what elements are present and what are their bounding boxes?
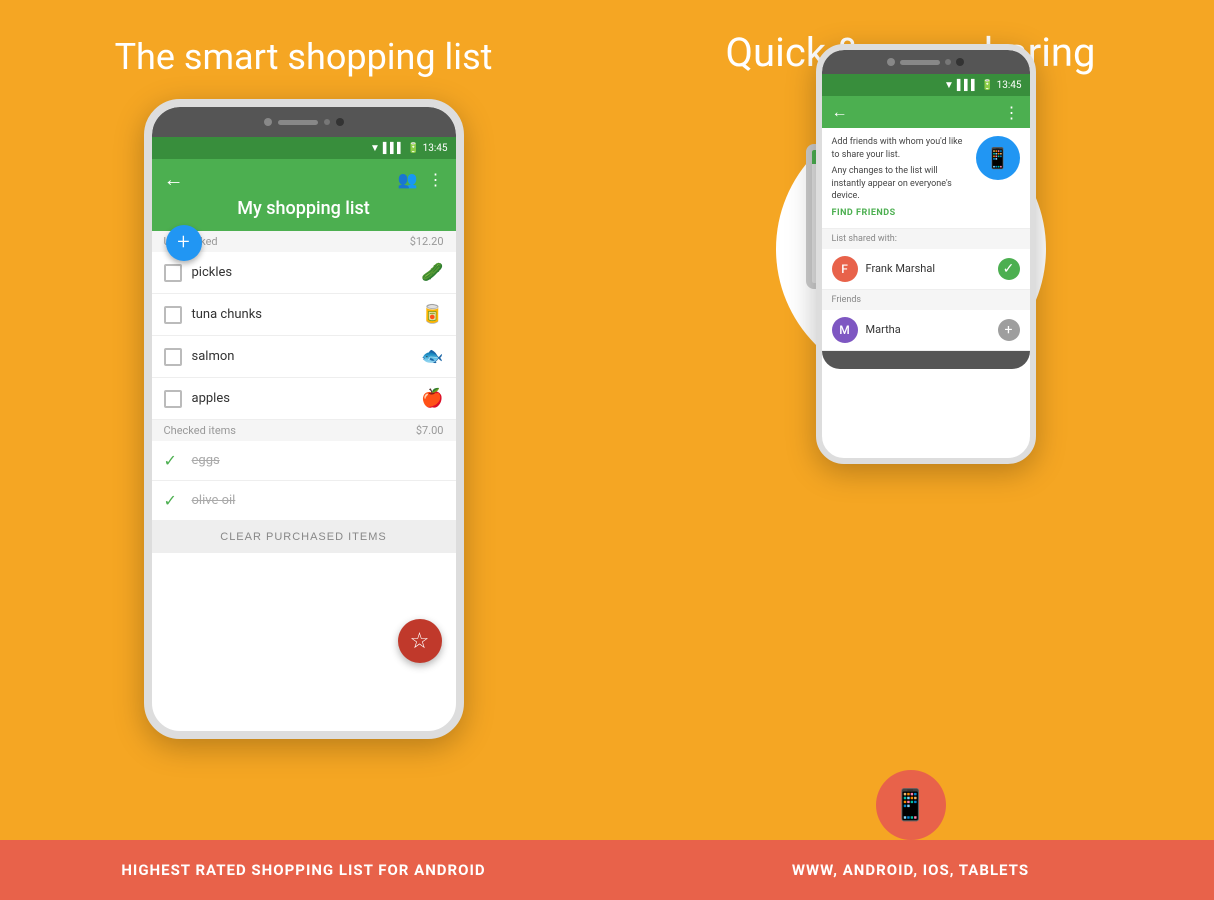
sharing-text-2: Any changes to the list will instantly a…	[832, 165, 968, 203]
status-bar-right: ▼ ▌▌▌ 🔋 13:45	[822, 74, 1030, 96]
signal-icon: ▌▌▌	[383, 143, 404, 154]
item-name-apples: apples	[192, 391, 412, 406]
phone-sensor-right	[945, 59, 951, 65]
contact-row-frank[interactable]: F Frank Marshal ✓	[822, 249, 1030, 290]
star-fab-button[interactable]: ☆	[398, 619, 442, 663]
checkmark-eggs: ✓	[164, 451, 182, 470]
time-display-right: 13:45	[997, 80, 1022, 91]
item-name-pickles: pickles	[192, 265, 412, 280]
right-footer-text: WWW, ANDROID, IOS, TABLETS	[792, 861, 1029, 879]
status-bar-left: ▼ ▌▌▌ 🔋 13:45	[152, 137, 456, 159]
status-icons-right: ▼ ▌▌▌ 🔋 13:45	[944, 80, 1022, 91]
more-vert-icon-left[interactable]: ⋮	[428, 170, 444, 189]
fab-add-button[interactable]: +	[166, 225, 202, 261]
unchecked-price: $12.20	[410, 235, 444, 248]
sharing-devices-icon: 📱	[976, 136, 1020, 180]
list-item[interactable]: pickles 🥒	[152, 252, 456, 294]
checkbox-salmon[interactable]	[164, 348, 182, 366]
item-icon-apples: 🍎	[421, 388, 443, 409]
phone-camera2-left	[336, 118, 344, 126]
sharing-illustration: ▼ ▌▌▌ 🔋 13:45 ← ⋮ Add friends with whom …	[776, 114, 1046, 384]
checked-item[interactable]: ✓ olive oil	[152, 481, 456, 521]
devices-bottom-icon: 📱	[876, 770, 946, 840]
item-icon-salmon: 🐟	[421, 346, 443, 367]
wifi-icon: ▼	[370, 143, 380, 154]
right-panel: Quick & easy sharing with real time sync	[607, 0, 1214, 900]
list-item[interactable]: apples 🍎	[152, 378, 456, 420]
status-icons-left: ▼ ▌▌▌ 🔋 13:45	[370, 143, 448, 154]
phone-top-bar-left	[152, 107, 456, 137]
front-camera-left	[264, 118, 272, 126]
checked-price: $7.00	[416, 424, 444, 437]
battery-icon-right: 🔋	[981, 80, 993, 91]
item-icon-pickles: 🥒	[421, 262, 443, 283]
add-action-martha[interactable]: +	[998, 319, 1020, 341]
checkbox-apples[interactable]	[164, 390, 182, 408]
avatar-frank: F	[832, 256, 858, 282]
left-footer: HIGHEST RATED SHOPPING LIST FOR ANDROID	[0, 840, 607, 900]
phone-sensor-left	[324, 119, 330, 125]
phone-speaker-left	[278, 120, 318, 125]
checked-section-header: Checked items $7.00	[152, 420, 456, 441]
left-footer-text: HIGHEST RATED SHOPPING LIST FOR ANDROID	[121, 861, 485, 879]
checkmark-oliveoil: ✓	[164, 491, 182, 510]
list-item[interactable]: tuna chunks 🥫	[152, 294, 456, 336]
checked-item[interactable]: ✓ eggs	[152, 441, 456, 481]
avatar-martha: M	[832, 317, 858, 343]
list-item[interactable]: salmon 🐟	[152, 336, 456, 378]
phone-bottom-bar-right	[822, 351, 1030, 369]
shared-with-label: List shared with:	[822, 229, 1030, 249]
back-arrow-left[interactable]: ←	[164, 167, 184, 192]
app-header-left: ← 👥 ⋮ My shopping list	[152, 159, 456, 231]
friends-label: Friends	[822, 290, 1030, 310]
back-arrow-right[interactable]: ←	[832, 102, 848, 122]
checkbox-tuna[interactable]	[164, 306, 182, 324]
contact-name-frank: Frank Marshal	[866, 262, 990, 275]
left-headline: The smart shopping list	[95, 36, 513, 79]
check-action-frank[interactable]: ✓	[998, 258, 1020, 280]
checked-label: Checked items	[164, 424, 236, 437]
phone-mockup-right: ▼ ▌▌▌ 🔋 13:45 ← ⋮ Add friends with whom …	[816, 44, 1036, 464]
item-name-eggs: eggs	[192, 453, 444, 468]
find-friends-button[interactable]: FIND FRIENDS	[832, 203, 968, 220]
contact-row-martha[interactable]: M Martha +	[822, 310, 1030, 351]
sharing-text-block: Add friends with whom you'd like to shar…	[832, 136, 968, 220]
right-footer: WWW, ANDROID, IOS, TABLETS	[607, 840, 1214, 900]
sharing-app-header: ← ⋮	[822, 96, 1030, 128]
phone-speaker-right	[900, 60, 940, 65]
phone-top-bar-right	[822, 50, 1030, 74]
app-header-top-left: ← 👥 ⋮	[164, 167, 444, 192]
star-icon: ☆	[410, 629, 430, 654]
sharing-body: Add friends with whom you'd like to shar…	[822, 128, 1030, 229]
contact-name-martha: Martha	[866, 323, 990, 336]
item-name-tuna: tuna chunks	[192, 307, 412, 322]
item-icon-tuna: 🥫	[421, 304, 443, 325]
left-panel: The smart shopping list ▼ ▌▌▌ 🔋 13:45 ← …	[0, 0, 607, 900]
signal-icon-right: ▌▌▌	[957, 80, 978, 91]
app-title-left: My shopping list	[164, 192, 444, 223]
phone-camera2-right	[956, 58, 964, 66]
more-vert-icon-right[interactable]: ⋮	[1004, 103, 1020, 122]
sharing-text-1: Add friends with whom you'd like to shar…	[832, 136, 968, 161]
multi-device-icon: 📱	[892, 788, 929, 823]
wifi-icon-right: ▼	[944, 80, 954, 91]
battery-icon: 🔋	[407, 143, 419, 154]
checkbox-pickles[interactable]	[164, 264, 182, 282]
header-icons-left: 👥 ⋮	[398, 170, 444, 189]
devices-icon: 📱	[985, 146, 1010, 170]
clear-purchased-button[interactable]: CLEAR PURCHASED ITEMS	[152, 521, 456, 553]
front-camera-right	[887, 58, 895, 66]
item-name-salmon: salmon	[192, 349, 412, 364]
item-name-oliveoil: olive oil	[192, 493, 444, 508]
phone-mockup-left: ▼ ▌▌▌ 🔋 13:45 ← 👥 ⋮ My shopping list + U…	[144, 99, 464, 739]
share-people-icon[interactable]: 👥	[398, 170, 418, 189]
time-display-left: 13:45	[423, 143, 448, 154]
